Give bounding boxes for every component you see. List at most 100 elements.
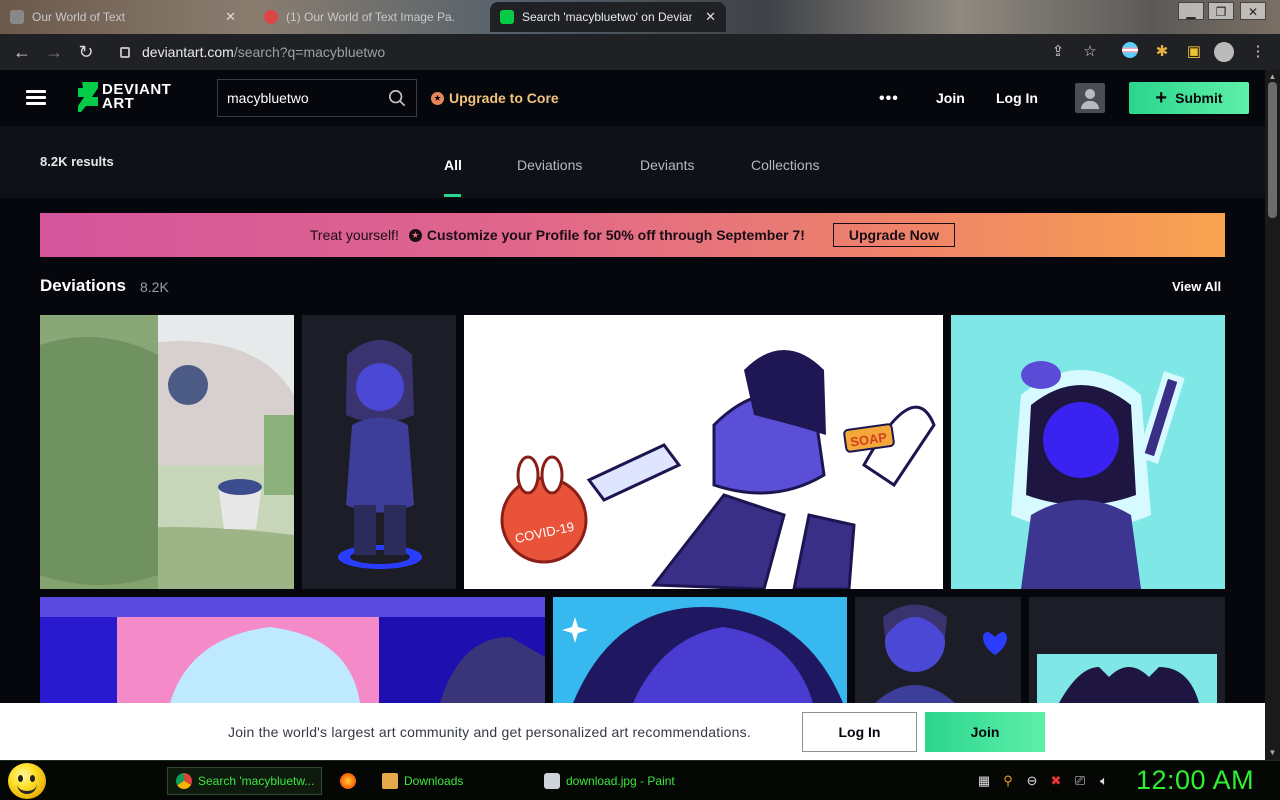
join-link[interactable]: Join: [936, 90, 965, 106]
results-bar: 8.2K results All Deviations Deviants Col…: [0, 126, 1265, 198]
tab-close-icon[interactable]: ✕: [705, 9, 716, 25]
deviation-thumbnail[interactable]: [855, 597, 1021, 703]
sparkle-character-artwork: [553, 597, 847, 703]
signup-login-button[interactable]: Log In: [802, 712, 917, 752]
close-window-button[interactable]: ✕: [1240, 2, 1266, 20]
profile-avatar-icon[interactable]: [1214, 42, 1234, 62]
covid-soap-artwork: COVID-19 SOAP: [464, 315, 943, 589]
tray-volume-icon[interactable]: 🔈︎: [1096, 773, 1112, 789]
tab-title: (1) Our World of Text Image Pa...: [286, 10, 456, 24]
scroll-up-icon[interactable]: ▲: [1267, 72, 1278, 81]
browser-tab-active[interactable]: Search 'macybluetwo' on Deviant ✕: [490, 2, 726, 32]
upgrade-now-button[interactable]: Upgrade Now: [832, 223, 956, 247]
start-button-smiley-icon[interactable]: [8, 763, 46, 799]
page-scrollbar[interactable]: ▲ ▼: [1265, 70, 1280, 760]
browser-tab[interactable]: (1) Our World of Text Image Pa...: [254, 2, 486, 32]
upgrade-label: Upgrade to Core: [449, 90, 559, 106]
deviation-thumbnail[interactable]: [951, 315, 1225, 589]
deviantart-page: DEVIANT ART macybluetwo Upgrade to Core …: [0, 70, 1265, 760]
plus-icon: +: [1155, 87, 1168, 109]
url-host: deviantart.com: [142, 44, 234, 60]
bookmark-star-icon[interactable]: ☆: [1080, 42, 1100, 62]
taskbar-item-firefox[interactable]: [332, 767, 364, 795]
tab-title: Search 'macybluetwo' on Deviant: [522, 10, 692, 24]
active-tab-indicator: [444, 194, 461, 197]
login-link[interactable]: Log In: [996, 90, 1038, 106]
os-taskbar: Search 'macybluetw... Downloads download…: [0, 760, 1280, 800]
core-star-icon: [431, 91, 444, 105]
logo-line2: ART: [102, 95, 135, 112]
back-arrow-icon[interactable]: ←: [12, 42, 32, 62]
minimize-window-button[interactable]: ▁: [1178, 2, 1204, 20]
signup-join-button[interactable]: Join: [925, 712, 1045, 752]
search-icon[interactable]: [388, 89, 406, 107]
deviation-thumbnail[interactable]: [40, 315, 294, 589]
side-panel-icon[interactable]: ▣: [1184, 42, 1204, 62]
taskbar-item-paint[interactable]: download.jpg - Paint: [536, 767, 692, 795]
deviation-thumbnail[interactable]: [553, 597, 847, 703]
taskbar-item-label: Search 'macybluetw...: [198, 774, 315, 788]
tab-favicon-icon: [264, 10, 278, 24]
extension-flag-icon[interactable]: [1120, 42, 1140, 62]
user-avatar-icon[interactable]: [1075, 83, 1105, 113]
pink-blue-artwork: [40, 597, 545, 703]
cat-ear-character-artwork: [1029, 597, 1225, 703]
browser-menu-icon[interactable]: ⋮: [1248, 42, 1268, 62]
scrollbar-thumb[interactable]: [1268, 82, 1277, 218]
deviation-thumbnail[interactable]: [302, 315, 456, 589]
view-all-link[interactable]: View All: [1172, 279, 1221, 294]
browser-toolbar: ← → ↻ deviantart.com/search?q=macybluetw…: [0, 34, 1280, 70]
chrome-icon: [176, 773, 192, 789]
logo-text: DEVIANT ART: [102, 82, 171, 112]
forward-arrow-icon[interactable]: →: [44, 42, 64, 62]
search-input[interactable]: macybluetwo: [217, 79, 417, 117]
deviantart-logo-icon: [78, 82, 98, 112]
promo-lead: Treat yourself!: [309, 227, 399, 243]
deviantart-favicon-icon: [500, 10, 514, 24]
tray-network-icon[interactable]: ⎚: [1072, 773, 1088, 789]
tab-favicon-icon: [10, 10, 24, 24]
taskbar-item-downloads[interactable]: Downloads: [374, 767, 530, 795]
deviation-thumbnail[interactable]: COVID-19 SOAP: [464, 315, 943, 589]
tab-all[interactable]: All: [444, 157, 462, 173]
maximize-window-button[interactable]: ❐: [1208, 2, 1234, 20]
submit-button[interactable]: + Submit: [1129, 82, 1249, 114]
tab-deviants[interactable]: Deviants: [640, 157, 694, 173]
tab-close-icon[interactable]: ✕: [225, 9, 236, 25]
scroll-down-icon[interactable]: ▼: [1267, 748, 1278, 757]
hamburger-menu-icon[interactable]: [26, 90, 46, 106]
extensions-puzzle-icon[interactable]: ✱: [1152, 42, 1172, 62]
section-count: 8.2K: [140, 279, 169, 295]
lock-icon: [120, 46, 130, 58]
signup-text: Join the world's largest art community a…: [228, 724, 751, 740]
tab-title: Our World of Text: [32, 10, 125, 24]
signup-bar: Join the world's largest art community a…: [0, 703, 1265, 760]
tray-search-icon[interactable]: ⚲: [1000, 773, 1016, 789]
taskbar-item-label: Downloads: [404, 774, 464, 788]
browser-tab-bar: Our World of Text ✕ (1) Our World of Tex…: [0, 0, 1280, 34]
core-star-icon: [408, 228, 422, 242]
tray-qr-icon[interactable]: ▦: [976, 773, 992, 789]
share-icon[interactable]: ⇪: [1048, 42, 1068, 62]
tab-deviations[interactable]: Deviations: [517, 157, 582, 173]
section-title: Deviations: [40, 276, 126, 295]
deviantart-logo[interactable]: DEVIANT ART: [78, 82, 171, 112]
taskbar-item-chrome[interactable]: Search 'macybluetw...: [167, 767, 322, 795]
tab-collections[interactable]: Collections: [751, 157, 819, 173]
tray-security-icon[interactable]: ✖: [1048, 773, 1064, 789]
more-options-icon[interactable]: •••: [879, 90, 899, 108]
results-count: 8.2K results: [40, 154, 114, 169]
tray-circle-icon[interactable]: ⊖: [1024, 773, 1040, 789]
taskbar-clock[interactable]: 12:00 AM: [1136, 765, 1254, 796]
taskbar-item-label: download.jpg - Paint: [566, 774, 675, 788]
url-path: /search?q=macybluetwo: [233, 44, 386, 60]
promo-banner: Treat yourself! Customize your Profile f…: [40, 213, 1225, 257]
browser-tab[interactable]: Our World of Text ✕: [0, 2, 246, 32]
upgrade-to-core-link[interactable]: Upgrade to Core: [431, 90, 559, 106]
site-header: DEVIANT ART macybluetwo Upgrade to Core …: [0, 70, 1265, 126]
reload-icon[interactable]: ↻: [76, 42, 96, 62]
deviation-thumbnail[interactable]: [40, 597, 545, 703]
deviation-thumbnail[interactable]: [1029, 597, 1225, 703]
address-bar[interactable]: deviantart.com/search?q=macybluetwo: [108, 38, 1108, 66]
submit-label: Submit: [1175, 90, 1223, 106]
